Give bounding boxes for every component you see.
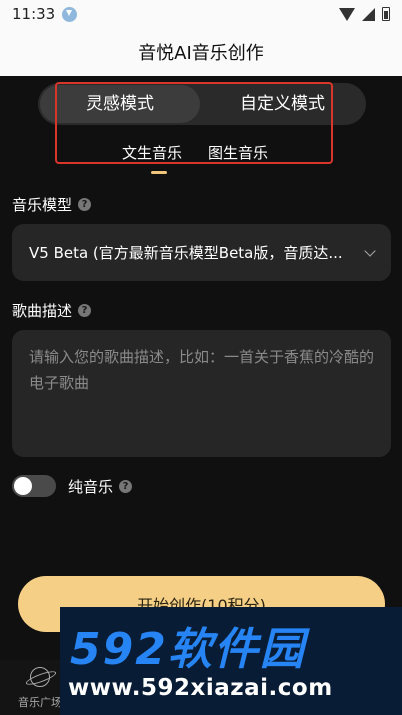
description-input[interactable]: 请输入您的歌曲描述，比如：一首关于香蕉的冷酷的电子歌曲: [12, 330, 391, 457]
signal-icon: [362, 7, 375, 21]
page-title: 音悦AI音乐创作: [138, 43, 264, 64]
main-content: 灵感模式 自定义模式 文生音乐 图生音乐 音乐模型 ? V5 Beta (官方最…: [0, 76, 402, 660]
status-time: 11:33: [12, 5, 56, 23]
help-icon[interactable]: ?: [78, 304, 92, 317]
mode-switch: 灵感模式 自定义模式: [38, 83, 366, 125]
toggle-knob: [14, 477, 32, 495]
description-label: 歌曲描述: [12, 302, 73, 320]
status-bar: 11:33: [0, 0, 402, 28]
instrumental-toggle[interactable]: [12, 475, 56, 497]
tab-image-to-music[interactable]: 图生音乐: [208, 142, 268, 163]
help-icon[interactable]: ?: [78, 198, 92, 211]
nav-label: 音乐广场: [18, 696, 62, 709]
model-select[interactable]: V5 Beta (官方最新音乐模型Beta版，音质达...: [12, 224, 391, 281]
watermark: 592软件园 www.592xiazai.com: [60, 607, 402, 715]
tab-custom-mode[interactable]: 自定义模式: [240, 83, 325, 125]
chevron-down-icon: [364, 244, 376, 257]
status-icons: [339, 7, 390, 21]
model-section-label: 音乐模型 ?: [12, 194, 92, 215]
tab-inspiration-mode[interactable]: 灵感模式: [86, 83, 154, 125]
instrumental-label: 纯音乐: [68, 478, 114, 496]
download-icon: [62, 6, 78, 22]
description-section-label: 歌曲描述 ?: [12, 300, 92, 321]
model-value: V5 Beta (官方最新音乐模型Beta版，音质达...: [29, 244, 343, 262]
active-tab-indicator: [151, 171, 167, 174]
model-label: 音乐模型: [12, 196, 73, 214]
watermark-url: www.592xiazai.com: [68, 675, 333, 701]
battery-icon: [382, 7, 390, 21]
description-placeholder: 请输入您的歌曲描述，比如：一首关于香蕉的冷酷的电子歌曲: [29, 348, 375, 392]
instrumental-section-label: 纯音乐 ?: [68, 476, 133, 497]
help-icon[interactable]: ?: [119, 480, 133, 493]
watermark-logo: 592软件园: [70, 624, 306, 675]
planet-icon: [30, 667, 50, 687]
wifi-icon: [339, 7, 355, 21]
app-header: 音悦AI音乐创作: [0, 28, 402, 76]
tab-text-to-music[interactable]: 文生音乐: [122, 142, 182, 163]
